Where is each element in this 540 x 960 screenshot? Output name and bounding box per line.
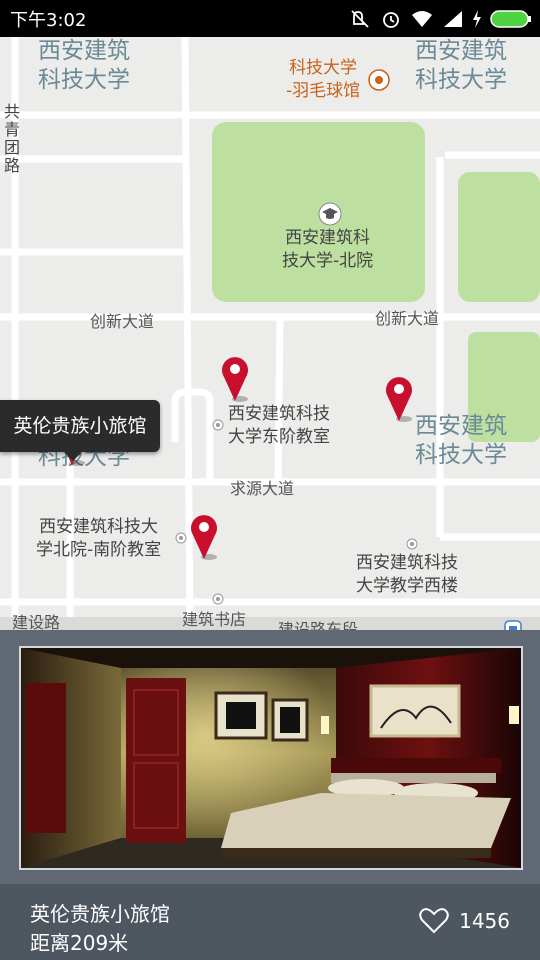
map-label-west-teaching-building: 西安建筑科技 大学教学西楼 xyxy=(356,553,458,596)
map-label-qiuyuan-avenue: 求源大道 xyxy=(230,479,295,498)
heart-icon xyxy=(419,908,449,934)
map-label-bookstore: 建筑书店 xyxy=(182,610,247,629)
status-time: 下午3:02 xyxy=(10,10,87,31)
map-label-campus-mid-right: 西安建筑 科技大学 xyxy=(415,413,507,468)
hotel-pin-2[interactable] xyxy=(384,375,418,423)
tooltip-hotel-name: 英伦贵族小旅馆 xyxy=(13,415,147,437)
map-view[interactable]: 西安建筑 科技大学 西安建筑 科技大学 科技大学 -羽毛球馆 共 青 团 路 西… xyxy=(0,37,540,630)
sports-venue-icon xyxy=(368,69,390,91)
poi-dot-icon xyxy=(212,419,224,431)
hotel-pin-3[interactable] xyxy=(189,513,223,561)
map-label-campus-top-left: 西安建筑 科技大学 xyxy=(38,38,130,93)
alarm-icon xyxy=(383,12,399,28)
hotel-distance: 距离209米 xyxy=(30,931,129,955)
map-label-jianshe-road-east: 建设路东段 xyxy=(278,620,359,630)
map-label-badminton-hall: 科技大学 -羽毛球馆 xyxy=(286,58,361,101)
battery-icon xyxy=(490,10,531,28)
map-label-chuangxin-avenue-2: 创新大道 xyxy=(375,309,440,328)
likes-count: 1456 xyxy=(459,909,510,933)
signal-icon xyxy=(444,11,462,27)
mute-icon xyxy=(351,10,369,28)
map-label-chuangxin-avenue-1: 创新大道 xyxy=(90,312,155,331)
poi-dot-icon xyxy=(175,532,187,544)
status-bar: 下午3:02 xyxy=(0,0,540,37)
hotel-info-bar[interactable]: 英伦贵族小旅馆 距离209米 1456 xyxy=(0,884,540,960)
hotel-name: 英伦贵族小旅馆 xyxy=(30,902,170,926)
map-label-north-campus: 西安建筑科 技大学-北院 xyxy=(282,228,374,271)
school-icon xyxy=(318,202,342,226)
charging-icon xyxy=(473,10,481,28)
map-label-campus-top-right: 西安建筑 科技大学 xyxy=(415,38,507,93)
likes-button[interactable]: 1456 xyxy=(419,908,510,934)
poi-dot-icon xyxy=(212,593,224,605)
locate-icon[interactable] xyxy=(504,620,522,630)
map-tooltip[interactable]: 英伦贵族小旅馆 xyxy=(0,400,160,461)
hotel-room-image xyxy=(21,648,521,868)
hotel-room-photo[interactable] xyxy=(19,646,523,870)
poi-dot-icon xyxy=(406,538,418,550)
map-label-jianshe-road: 建设路 xyxy=(12,613,61,630)
hotel-pin-1[interactable] xyxy=(220,355,254,403)
map-label-east-classroom: 西安建筑科技 大学东阶教室 xyxy=(228,404,330,447)
map-label-south-classroom: 西安建筑科技大 学北院-南阶教室 xyxy=(36,517,162,560)
wifi-icon xyxy=(412,11,432,27)
map-label-gongqingtuan-road: 共 青 团 路 xyxy=(4,102,21,175)
status-icons xyxy=(350,7,532,31)
hotel-detail-panel[interactable]: 英伦贵族小旅馆 距离209米 1456 xyxy=(0,630,540,960)
